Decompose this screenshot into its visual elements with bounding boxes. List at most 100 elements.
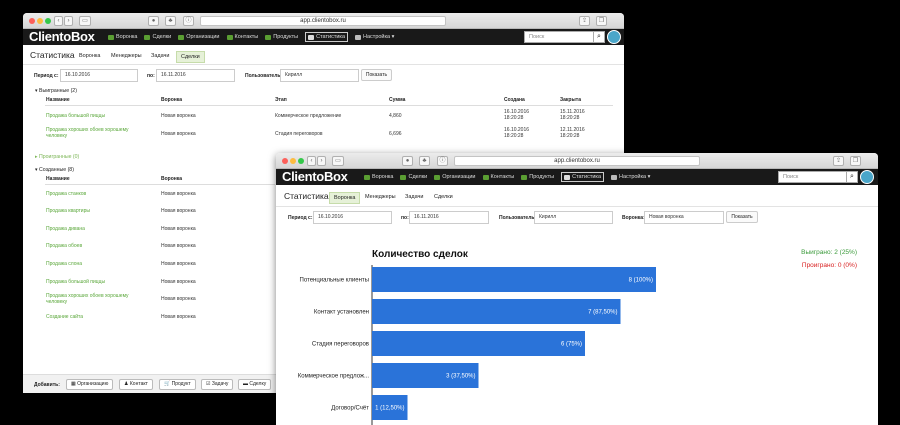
deal-funnel: Новая воронка: [161, 131, 196, 137]
sub-navbar: Статистика Воронка Менеджеры Задачи Сдел…: [23, 45, 624, 65]
deal-funnel: Новая воронка: [161, 226, 196, 232]
show-button[interactable]: Показать: [361, 69, 392, 81]
nav-funnel[interactable]: Воронка: [108, 34, 137, 40]
deal-link[interactable]: Создание сайта: [46, 314, 83, 320]
deal-link[interactable]: Продажа большой пиццы: [46, 279, 105, 285]
user-label: Пользователь:: [245, 73, 283, 79]
tab-deals[interactable]: Сделки: [176, 51, 205, 63]
nav-contacts[interactable]: Контакты: [226, 34, 258, 40]
header-divider: [45, 184, 275, 185]
col-name[interactable]: Название: [46, 176, 70, 182]
cart-icon: [265, 34, 272, 40]
deal-link[interactable]: Продажа слона: [46, 261, 82, 267]
bar-value-label: 8 (100%): [629, 278, 653, 284]
funnel-bar-chart: Потенциальные клиенты 8 (100%) Контакт уст…: [298, 265, 656, 425]
col-sum[interactable]: Сумма: [389, 97, 405, 103]
page-title: Статистика: [30, 50, 75, 60]
deal-funnel: Новая воронка: [161, 208, 196, 214]
info-icon[interactable]: ⓘ: [183, 16, 194, 26]
shield-icon[interactable]: ●: [148, 16, 159, 26]
deal-link[interactable]: Продажа дивана: [46, 226, 85, 232]
sidebar-icon[interactable]: ▭: [79, 16, 91, 26]
top-navbar: ClientoBox Воронка Сделки Организации Ко…: [23, 29, 624, 45]
add-contact-button[interactable]: ♟ Контакт: [119, 379, 153, 390]
close-window-button[interactable]: [29, 18, 35, 24]
bar-value-label: 3 (37,50%): [446, 374, 475, 380]
people-icon: [226, 34, 233, 40]
back-icon[interactable]: ‹: [54, 16, 63, 26]
deal-stage: Коммерческое предложение: [275, 113, 342, 119]
col-funnel[interactable]: Воронка: [161, 97, 182, 103]
minimize-window-button[interactable]: [37, 18, 43, 24]
zoom-window-button[interactable]: [45, 18, 51, 24]
deal-funnel: Новая воронка: [161, 243, 196, 249]
deals-icon: [144, 34, 151, 40]
col-created[interactable]: Создана: [504, 97, 525, 103]
front-browser-window: ‹ › ▭ ● ♣ ⓘ app.clientobox.ru ⇪ ❐ Client…: [276, 153, 878, 425]
date-to-input[interactable]: 16.11.2016: [156, 69, 235, 82]
category-label: Договор/Счёт: [331, 406, 369, 412]
deal-link[interactable]: Продажа большой пиццы: [46, 113, 146, 119]
date-from-input[interactable]: 16.10.2016: [60, 69, 138, 82]
deal-sum: 6,696: [389, 131, 402, 137]
logo: ClientoBox: [29, 29, 95, 44]
deal-closed: 15.11.2016 18:20:28: [560, 109, 585, 121]
col-closed[interactable]: Закрыта: [560, 97, 581, 103]
deal-funnel: Новая воронка: [161, 261, 196, 267]
add-task-button[interactable]: ☑ Задачу: [201, 379, 234, 390]
bar-2[interactable]: [372, 331, 585, 356]
tab-tasks[interactable]: Задачи: [147, 51, 173, 61]
deal-link[interactable]: Продажа станков: [46, 191, 86, 197]
period-from-label: Период с:: [34, 73, 59, 79]
nav-settings[interactable]: Настройка ▾: [355, 34, 394, 40]
user-select[interactable]: Кирилл: [280, 69, 359, 82]
avatar[interactable]: [607, 30, 621, 44]
gear-icon: [355, 34, 362, 40]
add-product-button[interactable]: 🛒 Продукт: [159, 379, 196, 390]
lost-section-toggle[interactable]: ▸ Проигранные (0): [35, 154, 79, 160]
deal-sum: 4,860: [389, 113, 402, 119]
deal-created: 16.10.2016 18:20:28: [504, 109, 530, 121]
bar-value-label: 6 (75%): [561, 342, 582, 348]
col-funnel[interactable]: Воронка: [161, 176, 182, 182]
extension-icon[interactable]: ♣: [165, 16, 176, 26]
tab-managers[interactable]: Менеджеры: [107, 51, 146, 61]
col-name[interactable]: Название: [46, 97, 70, 103]
period-to-label: по:: [147, 73, 155, 79]
tabs-icon[interactable]: ❐: [596, 16, 607, 26]
filter-bar: Период с: 16.10.2016 по: 16.11.2016 Поль…: [23, 65, 624, 85]
deal-link[interactable]: Продажа квартиры: [46, 208, 90, 214]
deal-funnel: Новая воронка: [161, 314, 196, 320]
category-label: Контакт установлен: [314, 310, 369, 316]
bar-value-label: 7 (87,50%): [588, 310, 617, 316]
won-section-toggle[interactable]: ▾ Выигранные (2): [35, 88, 77, 94]
add-label: Добавить:: [34, 382, 60, 388]
deal-link[interactable]: Продажа обоев: [46, 243, 82, 249]
deal-link[interactable]: Продажа хороших обоев хорошему человеку: [46, 127, 136, 139]
search-icon[interactable]: ⌕: [593, 31, 605, 43]
nav-organizations[interactable]: Организации: [178, 34, 220, 40]
search-input[interactable]: Поиск: [524, 31, 597, 43]
forward-icon[interactable]: ›: [64, 16, 73, 26]
created-section-toggle[interactable]: ▾ Созданные (8): [35, 167, 74, 173]
address-bar[interactable]: app.clientobox.ru: [200, 16, 446, 26]
add-deal-button[interactable]: ▬ Сделку: [238, 379, 272, 390]
col-stage[interactable]: Этап: [275, 97, 287, 103]
deal-funnel: Новая воронка: [161, 113, 196, 119]
share-icon[interactable]: ⇪: [579, 16, 590, 26]
deal-link[interactable]: Продажа хороших обоев хорошему человеку: [46, 293, 136, 305]
bar-0[interactable]: [372, 267, 656, 292]
tab-funnel[interactable]: Воронка: [75, 51, 104, 61]
header-divider: [45, 105, 613, 106]
nav-deals[interactable]: Сделки: [144, 34, 171, 40]
funnel-icon: [108, 34, 114, 40]
deal-funnel: Новая воронка: [161, 296, 196, 302]
building-icon: [178, 34, 185, 40]
add-organization-button[interactable]: ▦ Организацию: [66, 379, 114, 390]
nav-products[interactable]: Продукты: [265, 34, 298, 40]
deal-created: 16.10.2016 18:20:28: [504, 127, 530, 139]
nav-statistics[interactable]: Статистика: [305, 32, 349, 42]
deal-funnel: Новая воронка: [161, 279, 196, 285]
browser-toolbar: ‹ › ▭ ● ♣ ⓘ app.clientobox.ru ⇪ ❐: [23, 13, 624, 29]
bar-1[interactable]: [372, 299, 621, 324]
